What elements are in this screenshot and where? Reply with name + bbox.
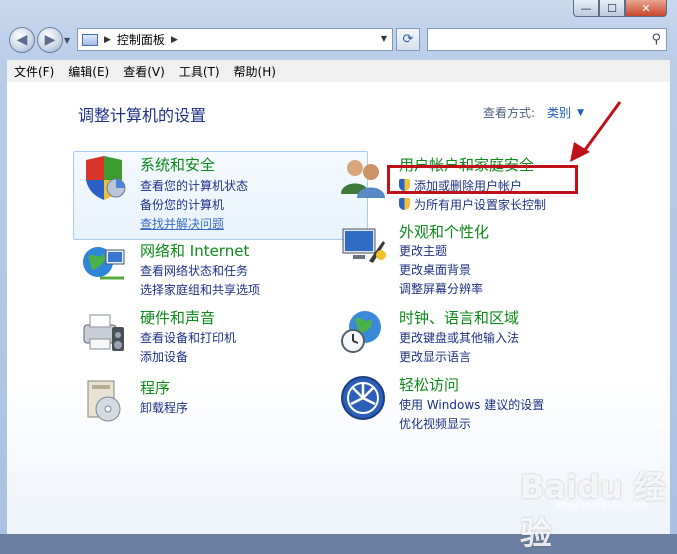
category-title[interactable]: 轻松访问 xyxy=(399,374,459,395)
uac-shield-icon xyxy=(399,198,410,210)
navigation-bar: ◀ ▶ ▼ ▶ 控制面板 ▶ ▼ ⟳ ⚲ xyxy=(0,22,677,58)
refresh-icon: ⟳ xyxy=(402,32,414,47)
network-globe-icon[interactable] xyxy=(80,240,128,288)
link-view-computer-status[interactable]: 查看您的计算机状态 xyxy=(140,177,248,194)
link-text: 为所有用户设置家长控制 xyxy=(414,198,547,212)
control-panel-icon xyxy=(82,33,98,46)
link-change-background[interactable]: 更改桌面背景 xyxy=(399,261,471,278)
category-ease-of-access: 轻松访问 使用 Windows 建议的设置 优化视频显示 xyxy=(339,374,639,434)
category-hardware-sound: 硬件和声音 查看设备和打印机 添加设备 xyxy=(80,307,360,367)
users-icon[interactable] xyxy=(339,154,387,202)
view-by-dropdown[interactable]: 类别 xyxy=(547,104,571,121)
category-title[interactable]: 外观和个性化 xyxy=(399,221,489,242)
link-change-input-method[interactable]: 更改键盘或其他输入法 xyxy=(399,329,519,346)
search-icon[interactable]: ⚲ xyxy=(651,32,661,47)
security-shield-icon[interactable] xyxy=(80,154,128,202)
menu-bar: 文件(F) 编辑(E) 查看(V) 工具(T) 帮助(H) xyxy=(7,60,670,83)
category-title[interactable]: 硬件和声音 xyxy=(140,307,215,328)
programs-icon[interactable] xyxy=(80,377,128,425)
menu-tools[interactable]: 工具(T) xyxy=(172,63,227,80)
link-troubleshoot[interactable]: 查找并解决问题 xyxy=(140,215,224,232)
back-arrow-icon: ◀ xyxy=(16,32,28,48)
ease-of-access-icon[interactable] xyxy=(339,374,387,422)
search-input[interactable]: ⚲ xyxy=(427,28,667,51)
appearance-icon[interactable] xyxy=(339,221,387,269)
refresh-button[interactable]: ⟳ xyxy=(396,28,420,51)
maximize-button[interactable]: ☐ xyxy=(599,0,625,17)
annotation-highlight-box xyxy=(387,165,578,194)
category-appearance: 外观和个性化 更改主题 更改桌面背景 调整屏幕分辨率 xyxy=(339,221,639,296)
minimize-button[interactable]: — xyxy=(573,0,599,17)
link-backup-computer[interactable]: 备份您的计算机 xyxy=(140,196,224,213)
link-optimize-display[interactable]: 优化视频显示 xyxy=(399,415,471,432)
view-by-label: 查看方式: xyxy=(483,106,536,120)
link-screen-resolution[interactable]: 调整屏幕分辨率 xyxy=(399,280,483,297)
window-frame: — ☐ ✕ ◀ ▶ ▼ ▶ 控制面板 ▶ ▼ ⟳ ⚲ 文件(F) 编辑(E) 查… xyxy=(0,0,677,552)
category-system-security: 系统和安全 查看您的计算机状态 备份您的计算机 查找并解决问题 xyxy=(80,154,360,234)
breadcrumb-control-panel[interactable]: 控制面板 xyxy=(117,31,165,48)
category-title[interactable]: 系统和安全 xyxy=(140,154,215,175)
category-clock-language-region: 时钟、语言和区域 更改键盘或其他输入法 更改显示语言 xyxy=(339,307,639,367)
link-add-device[interactable]: 添加设备 xyxy=(140,348,188,365)
menu-file[interactable]: 文件(F) xyxy=(7,63,61,80)
category-title[interactable]: 网络和 Internet xyxy=(140,240,249,261)
link-uninstall-program[interactable]: 卸载程序 xyxy=(140,399,188,416)
category-title[interactable]: 时钟、语言和区域 xyxy=(399,307,519,328)
menu-help[interactable]: 帮助(H) xyxy=(227,63,283,80)
breadcrumb-chevron-icon[interactable]: ▶ xyxy=(171,35,178,45)
page-title: 调整计算机的设置 xyxy=(78,106,207,125)
address-bar[interactable]: ▶ 控制面板 ▶ ▼ xyxy=(77,28,393,51)
printer-icon[interactable] xyxy=(80,307,128,355)
link-change-theme[interactable]: 更改主题 xyxy=(399,242,447,259)
view-by: 查看方式: 类别 ▼ xyxy=(483,104,584,121)
forward-arrow-icon: ▶ xyxy=(44,32,56,48)
menu-edit[interactable]: 编辑(E) xyxy=(61,63,116,80)
forward-button[interactable]: ▶ xyxy=(37,27,63,53)
clock-globe-icon[interactable] xyxy=(339,307,387,355)
menu-view[interactable]: 查看(V) xyxy=(116,63,172,80)
link-parental-controls[interactable]: 为所有用户设置家长控制 xyxy=(399,196,546,213)
category-title[interactable]: 程序 xyxy=(140,377,170,398)
caption-buttons: — ☐ ✕ xyxy=(573,0,667,18)
breadcrumb-chevron-icon[interactable]: ▶ xyxy=(104,35,111,45)
link-devices-printers[interactable]: 查看设备和打印机 xyxy=(140,329,236,346)
address-dropdown-icon[interactable]: ▼ xyxy=(381,34,387,43)
back-button[interactable]: ◀ xyxy=(9,27,35,53)
link-recommended-settings[interactable]: 使用 Windows 建议的设置 xyxy=(399,396,544,413)
link-homegroup-sharing[interactable]: 选择家庭组和共享选项 xyxy=(140,281,260,298)
watermark-url: jingyan.baidu.com xyxy=(555,500,648,511)
category-programs: 程序 卸载程序 xyxy=(80,377,360,427)
category-network-internet: 网络和 Internet 查看网络状态和任务 选择家庭组和共享选项 xyxy=(80,240,360,300)
close-button[interactable]: ✕ xyxy=(625,0,667,17)
chevron-down-icon[interactable]: ▼ xyxy=(577,108,584,118)
recent-pages-dropdown-icon[interactable]: ▼ xyxy=(64,36,70,45)
link-change-display-language[interactable]: 更改显示语言 xyxy=(399,348,471,365)
link-network-status[interactable]: 查看网络状态和任务 xyxy=(140,262,248,279)
